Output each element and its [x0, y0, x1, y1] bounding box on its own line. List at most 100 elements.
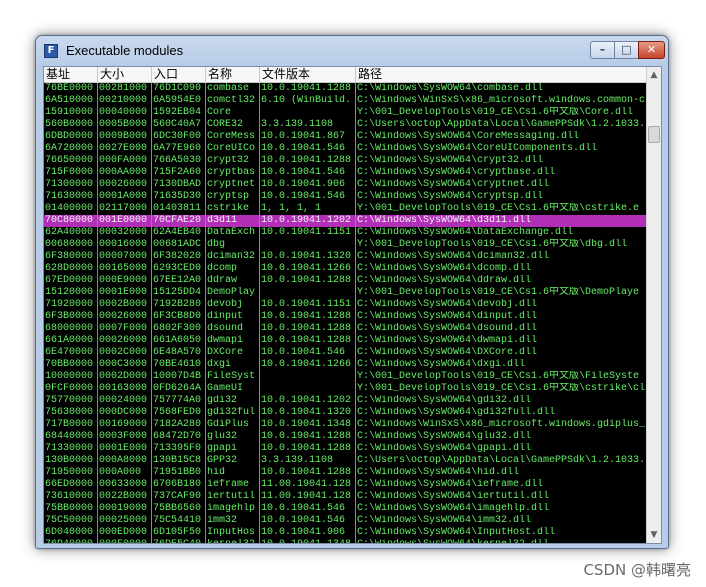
column-header-entry[interactable]: 入口	[152, 67, 206, 83]
maximize-button[interactable]: □	[614, 41, 639, 59]
table-row[interactable]: 75770000 00024000 757774A0 gdi32 10.0.19041.…	[44, 395, 646, 407]
column-header-path[interactable]: 路径	[356, 67, 646, 83]
table-row[interactable]: 66ED0000 00633000 6706B180 ieframe 11.00.190…	[44, 479, 646, 491]
cell-size: 00281000	[98, 83, 152, 95]
cell-name: cstrike	[206, 203, 260, 215]
table-row[interactable]: 70C80000 001E0000 70CFAE20 d3d11 10.0.19041.…	[44, 215, 646, 227]
cell-size: 000ED000	[98, 527, 152, 539]
table-row[interactable]: 00680000 00016000 00681ADC dbg Y:\001_Develo…	[44, 239, 646, 251]
watermark: CSDN @韩曙亮	[583, 561, 691, 579]
cell-path: Y:\001_DevelopTools\019_CE\Cs1.6中文版\dbg.…	[357, 239, 628, 250]
table-row[interactable]: 71330000 0001E000 713395F0 gpapi 10.0.19041.…	[44, 443, 646, 455]
table-row[interactable]: 73610000 0022B000 737CAF90 iertutil 11.00.19…	[44, 491, 646, 503]
minimize-button[interactable]: –	[590, 41, 615, 59]
cell-path: C:\Users\octop\AppData\Local\GamePPSdk\1…	[357, 455, 646, 466]
cell-base: 76BE0000	[44, 83, 98, 95]
cell-base: 62A40000	[44, 227, 98, 239]
table-row[interactable]: 71950000 000A000 71951BB0 hid 10.0.19041.128…	[44, 467, 646, 479]
cell-name: DXCore	[206, 347, 260, 359]
table-row[interactable]: 75BB0000 00019000 75BB6560 imagehlp 10.0.190…	[44, 503, 646, 515]
table-row[interactable]: 71920000 0002B000 7192B280 devobj 10.0.19041…	[44, 299, 646, 311]
table-row[interactable]: 6F3B0000 00026000 6F3CB8D0 dinput 10.0.19041…	[44, 311, 646, 323]
cell-base: 130B0000	[44, 455, 98, 467]
cell-entry: 130B15C8	[152, 455, 206, 467]
table-row[interactable]: 6E470000 0002C000 6E48A570 DXCore 10.0.19041…	[44, 347, 646, 359]
scroll-down-arrow-icon[interactable]: ▼	[647, 527, 661, 543]
column-header-file-version[interactable]: 文件版本	[260, 67, 356, 83]
cell-file-version: 10.0.19041.1202	[260, 215, 356, 227]
scroll-up-arrow-icon[interactable]: ▲	[647, 67, 661, 83]
table-row[interactable]: 0FCF0000 00163000 0FD6264A GameUI Y:\001_Dev…	[44, 383, 646, 395]
cell-entry: 6F382020	[152, 251, 206, 263]
cell-size: 000A8000	[98, 455, 152, 467]
app-icon: F	[44, 44, 58, 58]
table-row[interactable]: 628D0000 00165000 6293CED0 dcomp 10.0.19041.…	[44, 263, 646, 275]
table-row[interactable]: 6A510000 00210000 6A5954E0 comctl32 6.10 (Wi…	[44, 95, 646, 107]
cell-path: C:\Windows\SysWOW64\imagehlp.dll	[357, 503, 550, 514]
table-row[interactable]: 71300000 00026000 7130DBAD cryptnet 10.0.190…	[44, 179, 646, 191]
cell-file-version: 10.0.19041.546	[260, 191, 356, 203]
column-header-name[interactable]: 名称	[206, 67, 260, 83]
cell-file-version: 10.0.19041.1288	[260, 467, 356, 479]
cell-path: C:\Windows\SysWOW64\iertutil.dll	[357, 491, 550, 502]
cell-size: 00026000	[98, 311, 152, 323]
table-row[interactable]: 68000000 0007F000 6802F300 dsound 10.0.19041…	[44, 323, 646, 335]
cell-base: 6F380000	[44, 251, 98, 263]
cell-path: C:\Windows\SysWOW64\gdi32.dll	[357, 395, 532, 406]
table-row[interactable]: 6A720000 0027E000 6A77E960 CoreUICo 10.0.190…	[44, 143, 646, 155]
table-row[interactable]: 67ED0000 000E9000 67EE12A0 ddraw 10.0.19041.…	[44, 275, 646, 287]
table-row[interactable]: 717B0000 00169000 7182A280 GdiPlus 10.0.1904…	[44, 419, 646, 431]
table-row[interactable]: 70BB0000 000C3000 70BE4610 dxgi 10.0.19041.1…	[44, 359, 646, 371]
table-row[interactable]: 75C50000 00025000 75C54410 imm32 10.0.19041.…	[44, 515, 646, 527]
table-row[interactable]: 661A0000 00026000 661A6050 dwmapi 10.0.19041…	[44, 335, 646, 347]
cell-size: 00026000	[98, 179, 152, 191]
column-header-size[interactable]: 大小	[98, 67, 152, 83]
table-row[interactable]: 62A40000 00032000 62A4EB40 DataExch 10.0.190…	[44, 227, 646, 239]
cell-name: CORE32	[206, 119, 260, 131]
cell-path: C:\Windows\SysWOW64\ddraw.dll	[357, 275, 532, 286]
table-row[interactable]: 6D040000 000ED000 6D105F50 InputHos 10.0.190…	[44, 527, 646, 539]
cell-file-version: 10.0.19041.546	[260, 347, 356, 359]
cell-name: dciman32	[206, 251, 260, 263]
cell-size: 00007000	[98, 251, 152, 263]
cell-name: dwmapi	[206, 335, 260, 347]
table-row[interactable]: 715F0000 000AA000 715F2A60 cryptbas 10.0.190…	[44, 167, 646, 179]
table-row[interactable]: 15120000 0001E000 15125DD4 DemoPlay Y:\001_D…	[44, 287, 646, 299]
table-row[interactable]: 6DBD0000 0009B000 6DC30F00 CoreMess 10.0.190…	[44, 131, 646, 143]
cell-base: 71950000	[44, 467, 98, 479]
table-row[interactable]: 71630000 0001A000 71635D30 cryptsp 10.0.1904…	[44, 191, 646, 203]
cell-base: 6DBD0000	[44, 131, 98, 143]
scrollbar-thumb[interactable]	[648, 126, 660, 143]
cell-entry: 70CFAE20	[152, 215, 206, 227]
table-row[interactable]: 68440000 0003F000 68472D70 glu32 10.0.19041.…	[44, 431, 646, 443]
cell-path: C:\Windows\SysWOW64\imm32.dll	[357, 515, 532, 526]
cell-base: 75BB0000	[44, 503, 98, 515]
cell-size: 000C3000	[98, 359, 152, 371]
title-bar[interactable]: F Executable modules – □ ✕	[36, 36, 668, 66]
table-row[interactable]: 01400000 02117000 01403811 cstrike 1, 1, 1, …	[44, 203, 646, 215]
table-row[interactable]: 130B0000 000A8000 130B15C8 GPP32 3.3.139.110…	[44, 455, 646, 467]
cell-name: gdi32ful	[206, 407, 260, 419]
cell-entry: 1592EB04	[152, 107, 206, 119]
table-row[interactable]: 76650000 000FA000 766A5030 crypt32 10.0.1904…	[44, 155, 646, 167]
table-row[interactable]: 15910000 00040000 1592EB04 Core Y:\001_Devel…	[44, 107, 646, 119]
cell-base: 73610000	[44, 491, 98, 503]
cell-entry: 76D1C090	[152, 83, 206, 95]
cell-path: C:\Windows\SysWOW64\dsound.dll	[357, 323, 538, 334]
column-header-base[interactable]: 基址	[44, 67, 98, 83]
table-row[interactable]: 75630000 000DC000 7568FED0 gdi32ful 10.0.190…	[44, 407, 646, 419]
cell-entry: 6DC30F00	[152, 131, 206, 143]
table-row[interactable]: 6F380000 00007000 6F382020 dciman32 10.0.190…	[44, 251, 646, 263]
cell-path: C:\Windows\SysWOW64\cryptsp.dll	[357, 191, 544, 202]
table-row[interactable]: 10000000 0002D000 10007D4B FileSyst Y:\001_D…	[44, 371, 646, 383]
close-button[interactable]: ✕	[638, 41, 665, 59]
cell-path: C:\Windows\SysWOW64\CoreMessaging.dll	[357, 131, 580, 142]
table-row[interactable]: 560B0000 0005B000 560C40A7 CORE32 3.3.139.11…	[44, 119, 646, 131]
cell-file-version: 10.0.19041.1320	[260, 407, 356, 419]
cell-size: 00025000	[98, 515, 152, 527]
column-header: 基址 大小 入口 名称 文件版本 路径	[44, 67, 646, 83]
vertical-scrollbar[interactable]: ▲ ▼	[646, 67, 661, 543]
table-row[interactable]: 76BE0000 00281000 76D1C090 combase 10.0.1904…	[44, 83, 646, 95]
cell-base: 628D0000	[44, 263, 98, 275]
table-row[interactable]: 76D40000000F000076DE5C40kernel3210.0.190…	[44, 539, 646, 543]
